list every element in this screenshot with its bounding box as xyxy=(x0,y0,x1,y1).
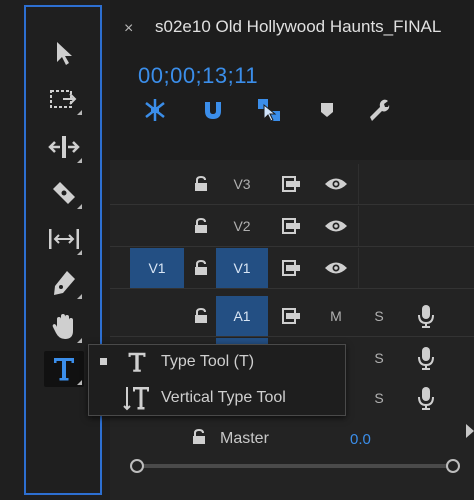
flyout-item-type-tool[interactable]: Type Tool (T) xyxy=(89,345,345,379)
voice-over-record-button[interactable] xyxy=(406,338,446,378)
flyout-item-label: Type Tool (T) xyxy=(161,353,255,370)
wrench-icon xyxy=(370,99,390,121)
sync-lock-toggle[interactable] xyxy=(272,248,312,288)
track-output-toggle[interactable] xyxy=(316,164,356,204)
lock-icon xyxy=(193,428,205,444)
eye-icon xyxy=(325,262,347,274)
slip-icon xyxy=(49,229,79,249)
track-header-v1: V1 V1 xyxy=(110,248,474,289)
pen-tool-button[interactable] xyxy=(44,265,84,301)
track-source-patch[interactable] xyxy=(130,164,184,204)
flyout-item-vertical-type-tool[interactable]: Vertical Type Tool xyxy=(89,381,345,415)
eye-icon xyxy=(325,220,347,232)
scrollbar-track[interactable] xyxy=(138,464,452,468)
expand-arrow-icon[interactable] xyxy=(466,424,474,438)
linked-selection-icon xyxy=(258,99,280,122)
track-target-label[interactable]: V3 xyxy=(216,164,268,204)
track-lock-toggle[interactable] xyxy=(186,296,216,336)
track-header-v3: V3 xyxy=(110,164,474,205)
scrollbar-left-handle[interactable] xyxy=(130,459,144,473)
scrollbar-right-handle[interactable] xyxy=(446,459,460,473)
track-target-label[interactable]: V2 xyxy=(216,206,268,246)
lock-icon xyxy=(195,308,207,323)
master-track-label: Master xyxy=(220,430,269,447)
marker-icon xyxy=(321,103,333,117)
timeline-horizontal-scrollbar[interactable] xyxy=(130,458,460,474)
pen-icon xyxy=(54,271,75,295)
sync-lock-icon xyxy=(282,308,300,324)
solo-track-button[interactable]: S xyxy=(362,378,396,418)
lock-icon xyxy=(195,218,207,233)
sequence-tab-title[interactable]: s02e10 Old Hollywood Haunts_FINAL xyxy=(155,17,441,37)
sync-lock-icon xyxy=(282,218,300,234)
track-select-tool-button[interactable] xyxy=(44,81,84,117)
ripple-edit-tool-button[interactable] xyxy=(44,129,84,165)
magnet-icon xyxy=(205,102,221,119)
hand-tool-button[interactable] xyxy=(44,309,84,345)
track-lock-toggle[interactable] xyxy=(186,248,216,288)
track-target-label[interactable]: A1 xyxy=(216,296,268,336)
flyout-item-label: Vertical Type Tool xyxy=(161,389,286,406)
arrow-icon xyxy=(57,42,72,65)
snap-button[interactable] xyxy=(198,95,228,125)
tools-panel xyxy=(0,0,110,500)
vertical-type-icon xyxy=(123,385,151,411)
track-source-patch[interactable] xyxy=(130,296,184,336)
timeline-panel: × s02e10 Old Hollywood Haunts_FINAL 00;0… xyxy=(110,0,474,500)
lock-icon xyxy=(195,176,207,191)
sync-lock-toggle[interactable] xyxy=(272,206,312,246)
type-icon xyxy=(123,349,151,375)
type-tool-flyout-menu: Type Tool (T) Vertical Type Tool xyxy=(88,344,346,416)
sync-lock-toggle[interactable] xyxy=(272,164,312,204)
voice-over-record-button[interactable] xyxy=(406,296,446,336)
timeline-header: × s02e10 Old Hollywood Haunts_FINAL 00;0… xyxy=(110,0,474,160)
ripple-edit-icon xyxy=(48,136,80,158)
linked-selection-button[interactable] xyxy=(254,95,284,125)
microphone-icon xyxy=(418,305,434,328)
solo-track-button[interactable]: S xyxy=(362,296,396,336)
track-output-toggle[interactable] xyxy=(316,248,356,288)
tools-strip xyxy=(24,5,102,495)
add-marker-button[interactable] xyxy=(312,95,342,125)
microphone-icon xyxy=(418,347,434,370)
type-tool-button[interactable] xyxy=(44,351,84,387)
sync-lock-icon xyxy=(282,176,300,192)
track-header-v2: V2 xyxy=(110,206,474,247)
voice-over-record-button[interactable] xyxy=(406,378,446,418)
master-track-header: Master 0.0 xyxy=(110,418,474,458)
razor-tool-button[interactable] xyxy=(44,175,84,211)
timeline-settings-button[interactable] xyxy=(364,95,394,125)
solo-track-button[interactable]: S xyxy=(362,338,396,378)
close-sequence-button[interactable]: × xyxy=(124,20,133,38)
track-source-patch[interactable]: V1 xyxy=(130,248,184,288)
track-lock-toggle[interactable] xyxy=(186,164,216,204)
hand-icon xyxy=(52,314,73,339)
mute-track-button[interactable]: M xyxy=(316,296,356,336)
eye-icon xyxy=(325,178,347,190)
playhead-timecode[interactable]: 00;00;13;11 xyxy=(138,63,258,89)
snap-icon xyxy=(145,99,165,121)
master-lock-toggle[interactable] xyxy=(192,428,206,450)
track-select-icon xyxy=(50,90,77,108)
track-source-patch[interactable] xyxy=(130,206,184,246)
timeline-toolbar xyxy=(140,95,440,125)
selected-indicator xyxy=(100,358,107,365)
insert-overwrite-sequences-button[interactable] xyxy=(140,95,170,125)
microphone-icon xyxy=(418,387,434,410)
sync-lock-toggle[interactable] xyxy=(272,296,312,336)
razor-icon xyxy=(53,182,75,204)
master-volume-value[interactable]: 0.0 xyxy=(350,431,371,448)
lock-icon xyxy=(195,260,207,275)
track-output-toggle[interactable] xyxy=(316,206,356,246)
track-target-label[interactable]: V1 xyxy=(216,248,268,288)
selection-tool-button[interactable] xyxy=(44,35,84,71)
type-icon xyxy=(54,358,74,381)
slip-tool-button[interactable] xyxy=(44,221,84,257)
track-lock-toggle[interactable] xyxy=(186,206,216,246)
sync-lock-icon xyxy=(282,260,300,276)
track-header-a1: A1 M S xyxy=(110,296,474,337)
